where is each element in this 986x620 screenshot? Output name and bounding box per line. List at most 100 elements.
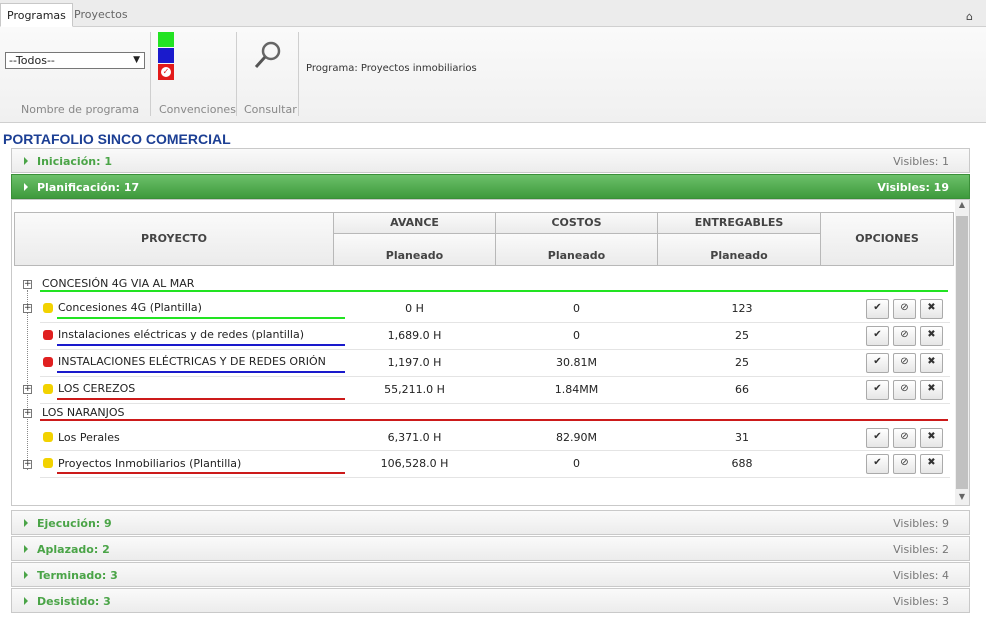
suspend-button[interactable]: ⊘ xyxy=(893,428,916,448)
delete-button[interactable]: ✖ xyxy=(920,353,943,373)
approve-icon: ✔ xyxy=(873,356,882,367)
stage-visible-count: Visibles: 1 xyxy=(893,155,949,168)
stage-ejecucion[interactable]: Ejecución: 9 Visibles: 9 xyxy=(11,510,970,535)
approve-icon: ✔ xyxy=(873,457,882,468)
group-underline xyxy=(40,290,948,292)
approve-button[interactable]: ✔ xyxy=(866,353,889,373)
stage-terminado[interactable]: Terminado: 3 Visibles: 4 xyxy=(11,562,970,587)
scroll-thumb[interactable] xyxy=(956,216,968,489)
programa-label: Programa: Proyectos inmobiliarios xyxy=(306,63,477,74)
expand-icon[interactable]: + xyxy=(23,304,32,313)
cancel-icon: ⊘ xyxy=(900,383,909,394)
status-red-icon xyxy=(43,330,53,340)
convention-blue-swatch xyxy=(158,48,174,63)
group-underline xyxy=(40,419,948,421)
expand-icon[interactable]: + xyxy=(23,460,32,469)
group-label-convenciones: Convenciones xyxy=(159,103,236,116)
stage-visible-count: Visibles: 2 xyxy=(893,543,949,556)
entregables-value: 25 xyxy=(735,356,749,369)
group-label: CONCESIÓN 4G VIA AL MAR xyxy=(42,277,195,290)
delete-button[interactable]: ✖ xyxy=(920,380,943,400)
status-yellow-icon xyxy=(43,432,53,442)
group-label-consultar: Consultar xyxy=(244,103,297,116)
header-opciones: OPCIONES xyxy=(820,212,954,266)
costos-value: 0 xyxy=(573,302,580,315)
approve-icon: ✔ xyxy=(873,329,882,340)
header-costos-planeado: Planeado xyxy=(495,233,658,266)
costos-value: 30.81M xyxy=(556,356,597,369)
tab-programas[interactable]: Programas xyxy=(0,3,73,27)
avance-value: 6,371.0 H xyxy=(387,431,442,444)
project-name[interactable]: Proyectos Inmobiliarios (Plantilla) xyxy=(58,457,241,470)
suspend-button[interactable]: ⊘ xyxy=(893,326,916,346)
approve-button[interactable]: ✔ xyxy=(866,299,889,319)
stage-visible-count: Visibles: 4 xyxy=(893,569,949,582)
expand-icon[interactable]: + xyxy=(23,409,32,418)
row-underline xyxy=(57,317,345,319)
header-entregables: ENTREGABLES xyxy=(657,212,821,234)
search-icon[interactable] xyxy=(252,40,284,72)
close-icon: ✖ xyxy=(927,457,936,468)
entregables-value: 25 xyxy=(735,329,749,342)
project-name[interactable]: Concesiones 4G (Plantilla) xyxy=(58,301,202,314)
suspend-button[interactable]: ⊘ xyxy=(893,299,916,319)
row-underline xyxy=(57,472,345,474)
tab-bar xyxy=(0,0,986,27)
row-underline xyxy=(57,398,345,400)
avance-value: 1,689.0 H xyxy=(387,329,442,342)
convention-green-swatch xyxy=(158,32,174,47)
approve-button[interactable]: ✔ xyxy=(866,454,889,474)
scroll-up-icon[interactable]: ▲ xyxy=(956,200,968,214)
avance-value: 106,528.0 H xyxy=(380,457,449,470)
expand-arrow-icon xyxy=(24,597,28,605)
expand-arrow-icon xyxy=(24,157,28,165)
expand-arrow-icon xyxy=(24,183,28,191)
approve-button[interactable]: ✔ xyxy=(866,380,889,400)
stage-desistido[interactable]: Desistido: 3 Visibles: 3 xyxy=(11,588,970,613)
project-name[interactable]: Los Perales xyxy=(58,431,120,444)
vertical-scrollbar[interactable]: ▲ ▼ xyxy=(955,200,969,505)
approve-button[interactable]: ✔ xyxy=(866,326,889,346)
status-red-icon xyxy=(43,357,53,367)
scroll-down-icon[interactable]: ▼ xyxy=(956,492,968,504)
header-entregables-planeado: Planeado xyxy=(657,233,821,266)
suspend-button[interactable]: ⊘ xyxy=(893,353,916,373)
stage-iniciacion[interactable]: Iniciación: 1 Visibles: 1 xyxy=(11,148,970,173)
stage-label: Iniciación: 1 xyxy=(37,155,112,168)
close-icon: ✖ xyxy=(927,329,936,340)
project-name[interactable]: Instalaciones eléctricas y de redes (pla… xyxy=(58,328,304,341)
cancel-icon: ⊘ xyxy=(900,356,909,367)
stage-label: Ejecución: 9 xyxy=(37,517,112,530)
avance-value: 1,197.0 H xyxy=(387,356,442,369)
row-underline xyxy=(57,371,345,373)
stage-label: Planificación: 17 xyxy=(37,181,140,194)
delete-button[interactable]: ✖ xyxy=(920,299,943,319)
costos-value: 82.90M xyxy=(556,431,597,444)
status-yellow-icon xyxy=(43,458,53,468)
project-name[interactable]: INSTALACIONES ELÉCTRICAS Y DE REDES ORIÓ… xyxy=(58,355,326,368)
cancel-icon: ⊘ xyxy=(900,457,909,468)
stage-label: Aplazado: 2 xyxy=(37,543,110,556)
ribbon-separator xyxy=(150,32,151,116)
suspend-button[interactable]: ⊘ xyxy=(893,380,916,400)
status-yellow-icon xyxy=(43,384,53,394)
delete-button[interactable]: ✖ xyxy=(920,428,943,448)
expand-arrow-icon xyxy=(24,571,28,579)
project-name[interactable]: LOS CEREZOS xyxy=(58,382,135,395)
stage-aplazado[interactable]: Aplazado: 2 Visibles: 2 xyxy=(11,536,970,561)
delete-button[interactable]: ✖ xyxy=(920,326,943,346)
collapse-ribbon-icon[interactable]: ⌂ xyxy=(966,10,973,23)
group-label-nombre: Nombre de programa xyxy=(21,103,140,116)
suspend-button[interactable]: ⊘ xyxy=(893,454,916,474)
avance-value: 55,211.0 H xyxy=(384,383,445,396)
stage-planificacion[interactable]: Planificación: 17 Visibles: 19 xyxy=(11,174,970,199)
convention-red-swatch: ✓ xyxy=(158,64,174,80)
tab-proyectos[interactable]: Proyectos xyxy=(68,3,134,27)
ribbon-separator xyxy=(298,32,299,116)
expand-icon[interactable]: + xyxy=(23,280,32,289)
program-select[interactable]: --Todos-- ▼ xyxy=(5,52,145,69)
stage-visible-count: Visibles: 19 xyxy=(877,181,949,194)
expand-icon[interactable]: + xyxy=(23,385,32,394)
approve-button[interactable]: ✔ xyxy=(866,428,889,448)
delete-button[interactable]: ✖ xyxy=(920,454,943,474)
